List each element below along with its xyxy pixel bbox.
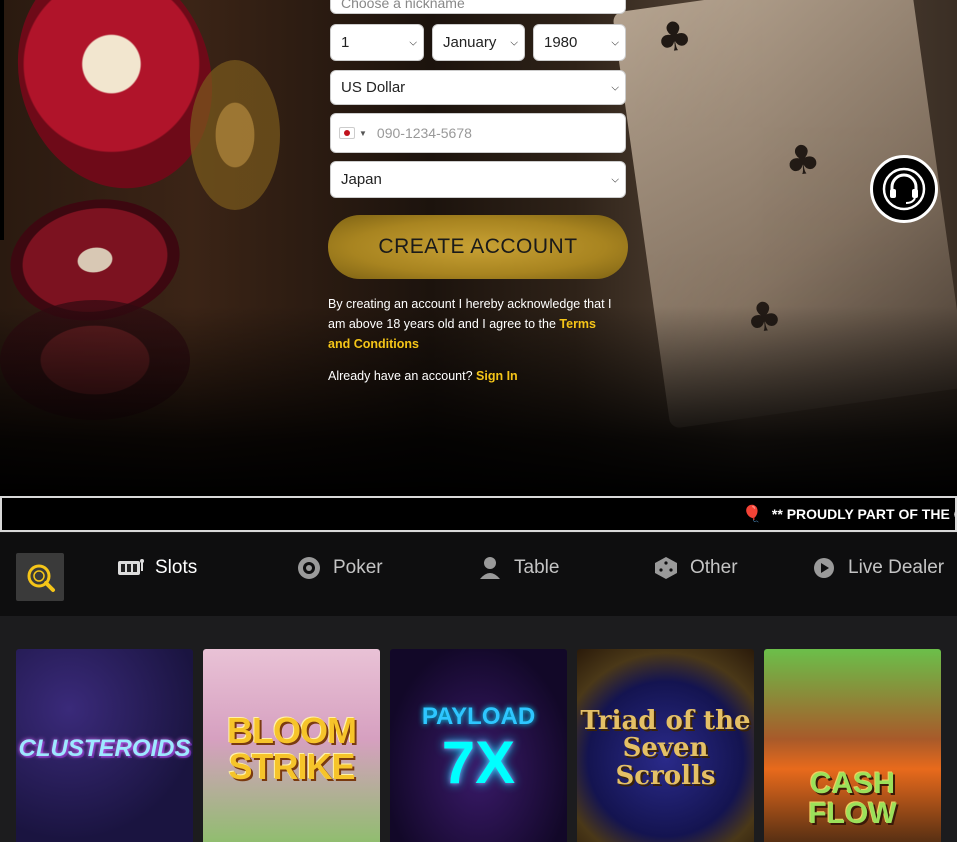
game-grid: CLUSTEROIDS BLOOM STRIKE PAYLOAD 7X Tria…	[0, 616, 957, 842]
nickname-input[interactable]: Choose a nickname	[330, 0, 626, 14]
tab-table-label: Table	[514, 557, 560, 578]
search-icon	[27, 564, 55, 592]
game-title: CASH FLOW	[808, 767, 897, 830]
ticker-content: 🎈 ** PROUDLY PART OF THE GE	[742, 504, 957, 524]
club-icon: ♣	[781, 135, 824, 187]
game-title-line2: 7X	[441, 729, 516, 796]
jp-flag-icon[interactable]	[339, 127, 355, 139]
dob-year-value: 1980	[544, 34, 578, 51]
currency-value: US Dollar	[341, 79, 406, 96]
game-tile[interactable]: PAYLOAD 7X	[390, 649, 567, 842]
game-tile[interactable]: BLOOM STRIKE	[203, 649, 380, 842]
game-tile[interactable]: Triad of the Seven Scrolls	[577, 649, 754, 842]
dob-month-select[interactable]: January ⌵	[432, 24, 525, 61]
dob-month-value: January	[443, 34, 497, 51]
phone-placeholder: 090-1234-5678	[376, 125, 472, 141]
game-tile[interactable]: CLUSTEROIDS	[16, 649, 193, 842]
game-title-line1: PAYLOAD	[421, 703, 536, 730]
poker-chip-icon	[295, 557, 323, 579]
chevron-down-icon: ⌵	[611, 174, 619, 185]
tab-table[interactable]: Table	[476, 555, 559, 581]
game-title: BLOOM STRIKE	[227, 710, 357, 787]
tab-other-label: Other	[690, 557, 738, 578]
support-chat-button[interactable]	[870, 155, 938, 223]
tab-slots-label: Slots	[155, 557, 198, 578]
country-value: Japan	[341, 171, 382, 188]
ticker-text: ** PROUDLY PART OF THE GE	[771, 506, 957, 522]
tab-other[interactable]: Other	[652, 555, 738, 581]
chevron-down-icon: ⌵	[510, 37, 518, 48]
hero-banner: ♣ ♣ ♣ Choose a nickname 1 ⌵ January ⌵ 19…	[0, 0, 957, 496]
game-title: Triad of the Seven Scrolls	[580, 706, 751, 791]
club-icon: ♣	[653, 12, 696, 63]
slot-machine-icon	[117, 557, 145, 579]
game-tile[interactable]: CASH FLOW	[764, 649, 941, 842]
chevron-down-icon: ⌵	[409, 37, 417, 48]
casino-signup-page: ♣ ♣ ♣ Choose a nickname 1 ⌵ January ⌵ 19…	[0, 0, 957, 842]
terms-notice: By creating an account I hereby acknowle…	[328, 294, 620, 354]
dice-icon	[652, 557, 680, 579]
currency-select[interactable]: US Dollar ⌵	[330, 70, 626, 105]
signin-prompt: Already have an account?	[328, 369, 477, 383]
dob-year-select[interactable]: 1980 ⌵	[533, 24, 626, 61]
casino-chip-image	[190, 60, 280, 210]
balloons-icon: 🎈	[742, 506, 762, 523]
tab-poker-label: Poker	[333, 557, 383, 578]
phone-input[interactable]: ▼ 090-1234-5678	[330, 113, 626, 153]
hero-edge	[0, 0, 4, 240]
signin-notice: Already have an account? Sign In	[328, 369, 518, 383]
play-icon	[810, 557, 838, 579]
chevron-down-icon: ⌵	[611, 82, 619, 93]
game-title: PAYLOAD 7X	[422, 705, 535, 793]
game-search-button[interactable]	[16, 553, 64, 601]
game-category-nav: Slots Poker Table Other Live Dealer	[0, 533, 957, 616]
dob-day-value: 1	[341, 34, 350, 51]
news-ticker: 🎈 ** PROUDLY PART OF THE GE	[0, 496, 957, 532]
country-select[interactable]: Japan ⌵	[330, 161, 626, 198]
tab-slots[interactable]: Slots	[117, 555, 197, 581]
chevron-down-icon: ⌵	[611, 37, 619, 48]
dealer-icon	[476, 557, 504, 579]
dob-day-select[interactable]: 1 ⌵	[330, 24, 424, 61]
create-account-button[interactable]: CREATE ACCOUNT	[328, 215, 628, 279]
signin-link[interactable]: Sign In	[476, 369, 518, 383]
caret-down-icon[interactable]: ▼	[359, 129, 367, 138]
tab-live-dealer-label: Live Dealer	[848, 557, 945, 578]
tab-poker[interactable]: Poker	[295, 555, 383, 581]
tab-live-dealer[interactable]: Live Dealer	[810, 555, 944, 581]
headset-support-icon	[882, 167, 926, 211]
game-title: CLUSTEROIDS	[18, 735, 191, 762]
